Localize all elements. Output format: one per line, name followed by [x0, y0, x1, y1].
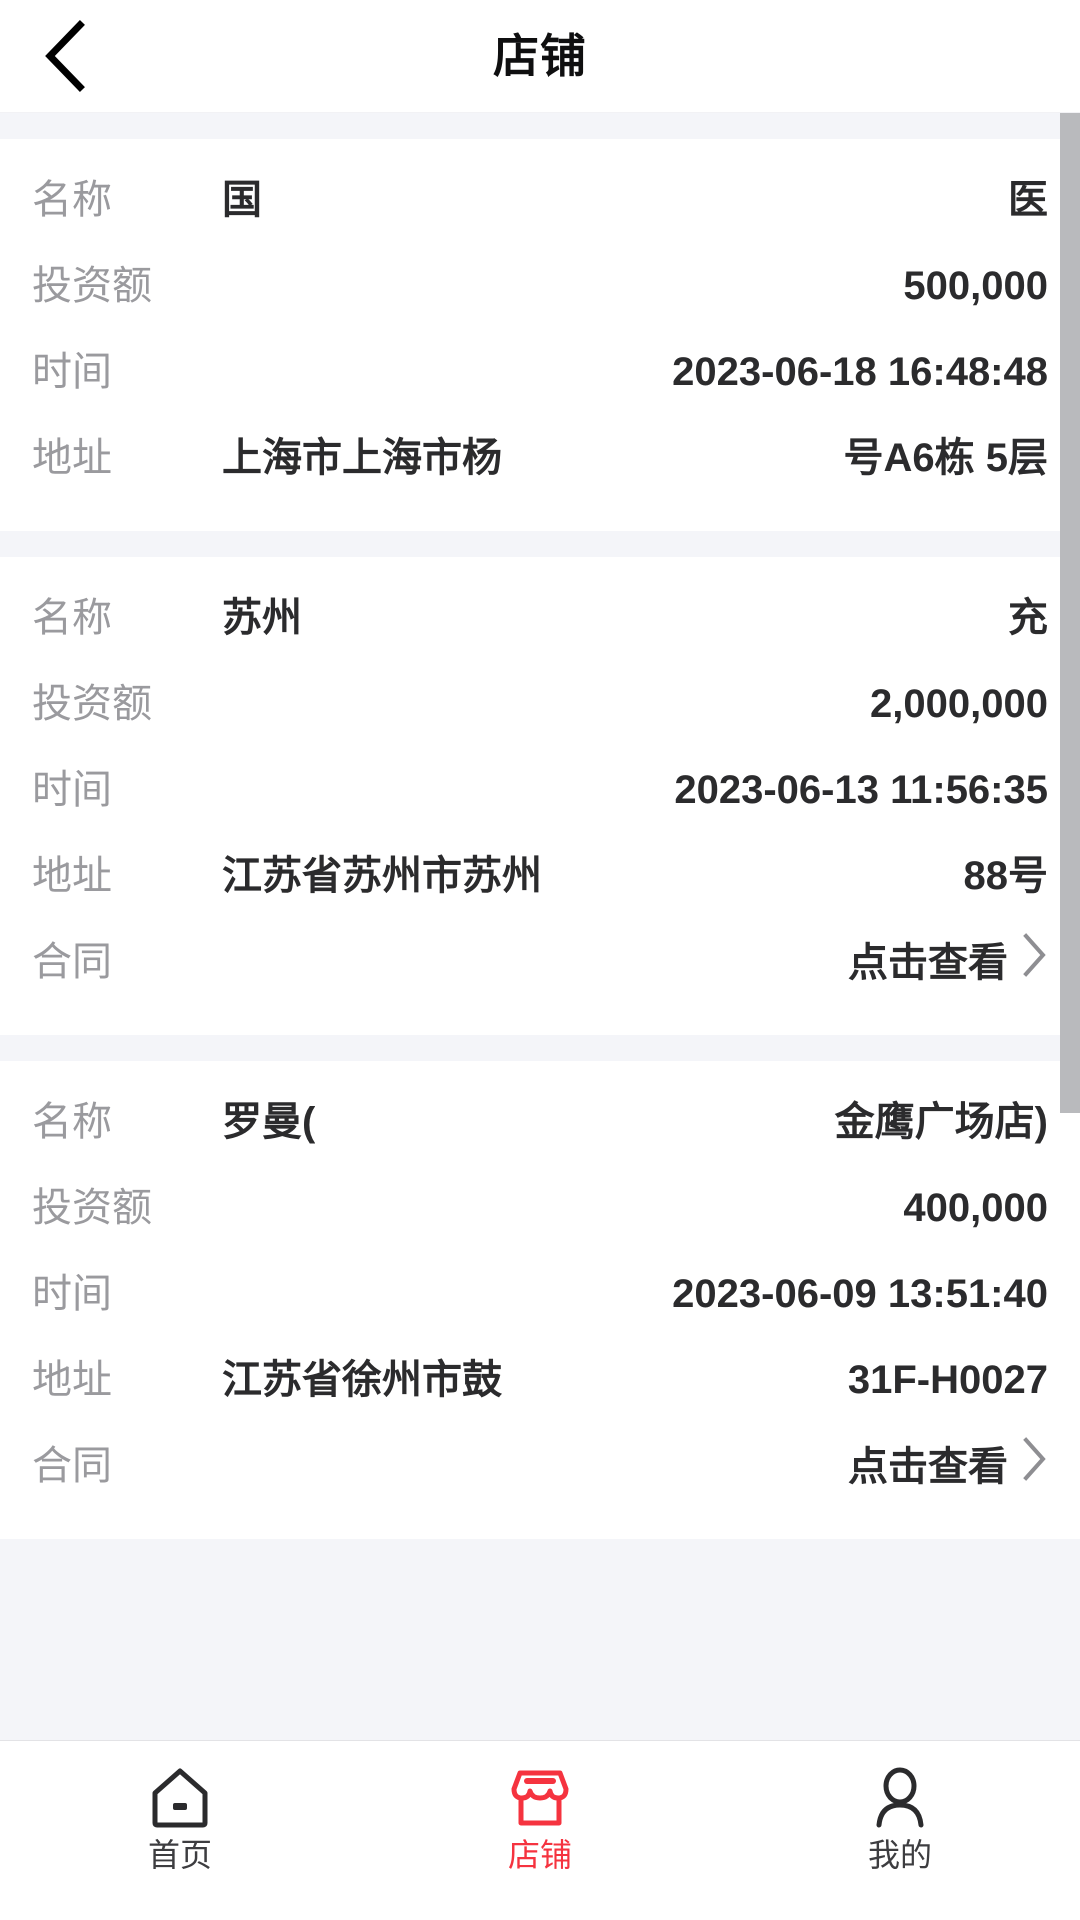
row-time: 时间 2023-06-13 11:56:35	[32, 751, 1048, 837]
tab-profile[interactable]: 我的	[720, 1767, 1080, 1871]
row-value-address: 江苏省徐州市鼓 31F-H0027	[222, 1351, 1048, 1409]
row-value-investment: 2,000,000	[870, 682, 1048, 726]
list-top-gap	[0, 113, 1080, 139]
row-name: 名称 罗曼( 金鹰广场店)	[32, 1083, 1048, 1169]
row-label-name: 名称	[32, 596, 112, 640]
row-label-investment: 投资额	[32, 264, 152, 308]
chevron-left-icon	[42, 20, 88, 92]
row-label-address: 地址	[32, 854, 112, 898]
shop-name-prefix: 国	[222, 178, 262, 222]
row-label-contract: 合同	[32, 1444, 112, 1488]
tab-home[interactable]: 首页	[0, 1767, 360, 1871]
card-gap	[0, 531, 1080, 557]
app-root: 店铺 名称 国 医 投资额 500,000 时间 2023-06-18 16:4…	[0, 0, 1080, 1920]
row-investment: 投资额 2,000,000	[32, 665, 1048, 751]
row-address: 地址 上海市上海市杨 号A6栋 5层	[32, 419, 1048, 505]
row-time: 时间 2023-06-18 16:48:48	[32, 333, 1048, 419]
back-button[interactable]	[28, 19, 102, 93]
row-investment: 投资额 500,000	[32, 247, 1048, 333]
row-name: 名称 国 医	[32, 161, 1048, 247]
vertical-scrollbar[interactable]	[1060, 113, 1080, 1740]
shop-name-suffix: 医	[1008, 178, 1048, 222]
shop-address-suffix: 88号	[963, 854, 1049, 898]
shop-card[interactable]: 名称 罗曼( 金鹰广场店) 投资额 400,000 时间 2023-06-09 …	[0, 1061, 1080, 1539]
home-icon	[149, 1767, 211, 1829]
shop-address-suffix: 号A6栋 5层	[843, 436, 1049, 480]
tab-profile-label: 我的	[867, 1837, 932, 1873]
vertical-scrollbar-thumb[interactable]	[1060, 113, 1080, 1113]
row-value-name: 国 医	[222, 171, 1048, 229]
shop-list-scroll-area[interactable]: 名称 国 医 投资额 500,000 时间 2023-06-18 16:48:4…	[0, 113, 1080, 1740]
page-title: 店铺	[493, 30, 587, 82]
row-value-contract: 点击查看	[222, 933, 1048, 993]
row-label-investment: 投资额	[32, 1186, 152, 1230]
profile-icon	[869, 1767, 931, 1829]
row-address: 地址 江苏省徐州市鼓 31F-H0027	[32, 1341, 1048, 1427]
row-value-contract: 点击查看	[222, 1437, 1048, 1497]
shop-name-prefix: 苏州	[222, 596, 302, 640]
row-investment: 投资额 400,000	[32, 1169, 1048, 1255]
view-contract-button[interactable]: 点击查看	[222, 1437, 1048, 1497]
row-time: 时间 2023-06-09 13:51:40	[32, 1255, 1048, 1341]
row-label-time: 时间	[32, 1272, 112, 1316]
tab-store-label: 店铺	[507, 1837, 572, 1873]
shop-name-prefix: 罗曼(	[222, 1100, 316, 1144]
row-value-address: 江苏省苏州市苏州 88号	[222, 847, 1048, 905]
shop-address-prefix: 江苏省徐州市鼓	[222, 1358, 502, 1402]
shop-card[interactable]: 名称 国 医 投资额 500,000 时间 2023-06-18 16:48:4…	[0, 139, 1080, 531]
tab-home-label: 首页	[147, 1837, 212, 1873]
shop-address-suffix: 31F-H0027	[847, 1358, 1048, 1402]
card-gap	[0, 1035, 1080, 1061]
shop-name-suffix: 金鹰广场店)	[834, 1100, 1048, 1144]
row-value-investment: 400,000	[903, 1186, 1048, 1230]
row-value-address: 上海市上海市杨 号A6栋 5层	[222, 429, 1048, 487]
store-icon	[509, 1767, 571, 1829]
row-value-time: 2023-06-09 13:51:40	[672, 1272, 1048, 1316]
chevron-right-icon	[1022, 1437, 1048, 1497]
row-label-address: 地址	[32, 1358, 112, 1402]
row-value-name: 苏州 充	[222, 589, 1048, 647]
row-contract[interactable]: 合同 点击查看	[32, 1427, 1048, 1513]
row-value-investment: 500,000	[903, 264, 1048, 308]
chevron-right-icon	[1022, 933, 1048, 993]
shop-card[interactable]: 名称 苏州 充 投资额 2,000,000 时间 2023-06-13 11:5…	[0, 557, 1080, 1035]
shop-address-prefix: 上海市上海市杨	[222, 436, 502, 480]
row-value-name: 罗曼( 金鹰广场店)	[222, 1093, 1048, 1151]
view-contract-label: 点击查看	[848, 941, 1008, 985]
row-label-time: 时间	[32, 350, 112, 394]
tab-store[interactable]: 店铺	[360, 1767, 720, 1871]
row-label-name: 名称	[32, 178, 112, 222]
navbar: 店铺	[0, 0, 1080, 113]
bottom-tabbar: 首页 店铺 我的	[0, 1740, 1080, 1920]
view-contract-button[interactable]: 点击查看	[222, 933, 1048, 993]
row-label-investment: 投资额	[32, 682, 152, 726]
view-contract-label: 点击查看	[848, 1445, 1008, 1489]
row-label-time: 时间	[32, 768, 112, 812]
row-name: 名称 苏州 充	[32, 579, 1048, 665]
row-address: 地址 江苏省苏州市苏州 88号	[32, 837, 1048, 923]
row-label-contract: 合同	[32, 940, 112, 984]
row-label-address: 地址	[32, 436, 112, 480]
row-label-name: 名称	[32, 1100, 112, 1144]
row-value-time: 2023-06-18 16:48:48	[672, 350, 1048, 394]
shop-address-prefix: 江苏省苏州市苏州	[222, 854, 542, 898]
row-contract[interactable]: 合同 点击查看	[32, 923, 1048, 1009]
row-value-time: 2023-06-13 11:56:35	[674, 768, 1048, 812]
shop-name-suffix: 充	[1008, 596, 1048, 640]
